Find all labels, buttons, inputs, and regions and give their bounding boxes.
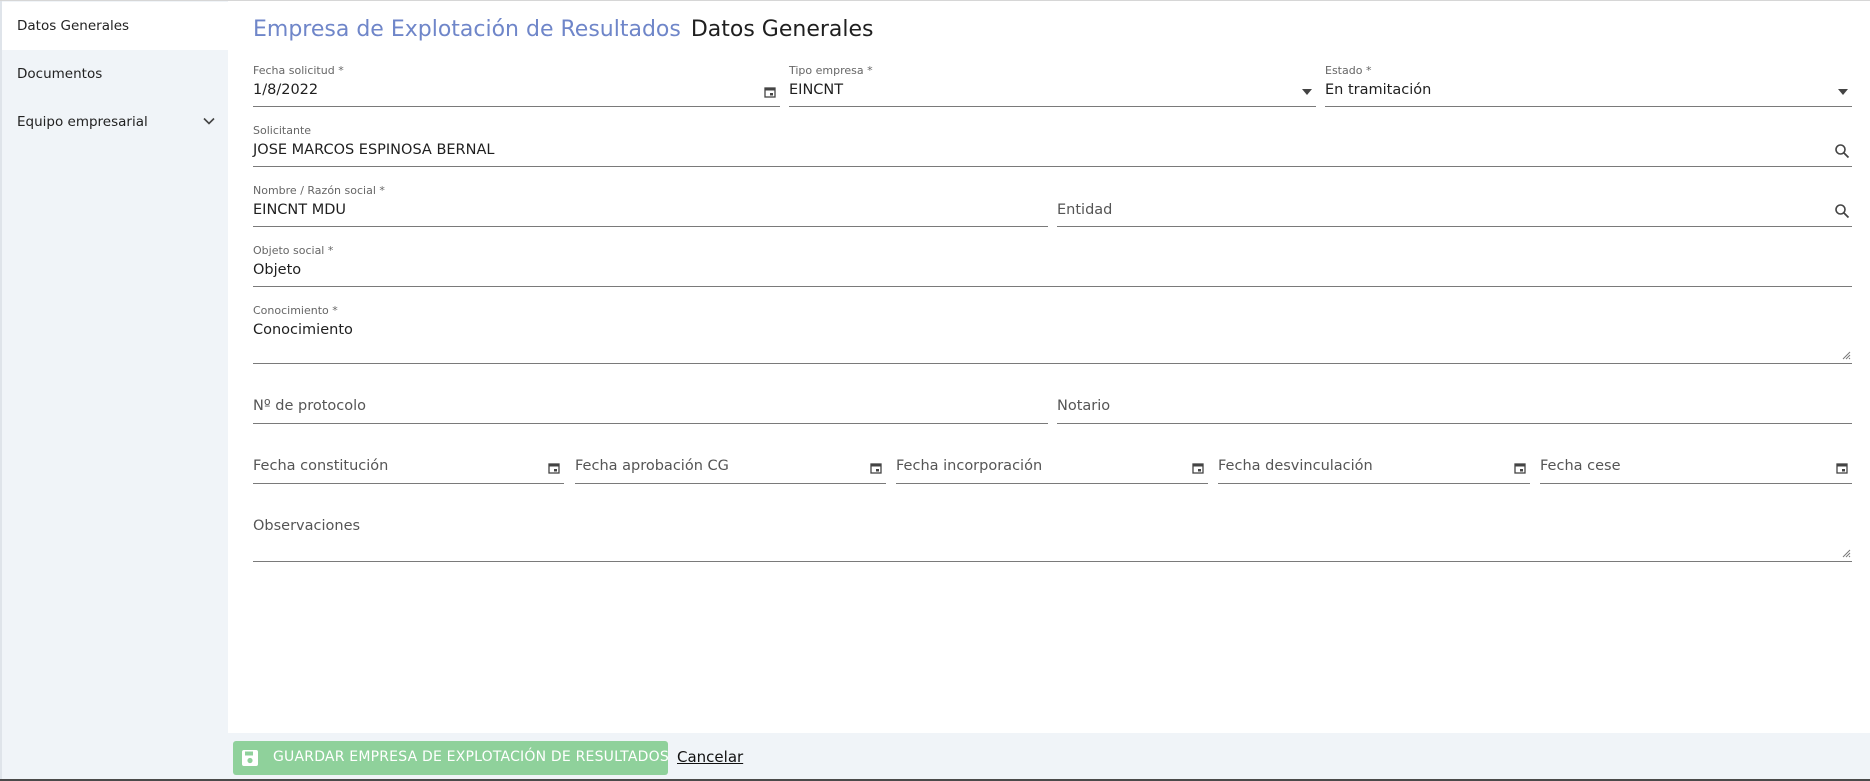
field-value: EINCNT (789, 82, 844, 98)
search-icon[interactable] (1834, 143, 1850, 159)
dropdown-arrow-icon[interactable] (1837, 88, 1849, 96)
notario-field[interactable]: Notario (1057, 394, 1852, 424)
page-title: Empresa de Explotación de Resultados Dato… (253, 17, 874, 42)
nombre-razon-social-field[interactable]: Nombre / Razón social * EINCNT MDU (253, 184, 1048, 227)
save-button-label: GUARDAR EMPRESA DE EXPLOTACIÓN DE RESULT… (273, 749, 669, 765)
sidebar: Datos Generales Documentos Equipo empres… (0, 1, 228, 779)
field-placeholder: Fecha desvinculación (1218, 458, 1373, 474)
tipo-empresa-select[interactable]: Tipo empresa * EINCNT (789, 64, 1316, 107)
field-placeholder: Entidad (1057, 202, 1113, 218)
field-value: Objeto (253, 262, 302, 278)
chevron-down-icon[interactable] (202, 114, 216, 128)
observaciones-textarea[interactable]: Observaciones (253, 514, 1852, 562)
entidad-field[interactable]: Entidad (1057, 184, 1852, 227)
field-label: Nombre / Razón social * (253, 184, 385, 197)
field-placeholder: Observaciones (253, 518, 361, 534)
search-icon[interactable] (1834, 203, 1850, 219)
resize-handle-icon[interactable] (1842, 549, 1851, 558)
resize-handle-icon[interactable] (1842, 351, 1851, 360)
field-placeholder: Fecha incorporación (896, 458, 1043, 474)
fecha-cese-field[interactable]: Fecha cese (1540, 454, 1852, 484)
field-placeholder: Fecha cese (1540, 458, 1621, 474)
field-placeholder: Notario (1057, 398, 1111, 414)
sidebar-item-datos-generales[interactable]: Datos Generales (2, 2, 228, 50)
page-subtitle: Datos Generales (690, 17, 874, 42)
estado-select[interactable]: Estado * En tramitación (1325, 64, 1852, 107)
calendar-icon[interactable] (870, 462, 882, 474)
field-label: Fecha solicitud * (253, 64, 344, 77)
field-placeholder: Fecha aprobación CG (575, 458, 729, 474)
main-content (228, 1, 1870, 733)
field-placeholder: Nº de protocolo (253, 398, 367, 414)
field-label: Conocimiento * (253, 304, 338, 317)
field-value: JOSE MARCOS ESPINOSA BERNAL (253, 142, 495, 158)
save-button[interactable]: GUARDAR EMPRESA DE EXPLOTACIÓN DE RESULT… (233, 741, 669, 775)
sidebar-item-label: Equipo empresarial (17, 114, 148, 130)
fecha-constitucion-field[interactable]: Fecha constitución (253, 454, 564, 484)
field-placeholder: Fecha constitución (253, 458, 389, 474)
fecha-desvinculacion-field[interactable]: Fecha desvinculación (1218, 454, 1530, 484)
cancel-link[interactable]: Cancelar (677, 748, 743, 766)
protocolo-field[interactable]: Nº de protocolo (253, 394, 1048, 424)
conocimiento-textarea[interactable]: Conocimiento * Conocimiento (253, 304, 1852, 364)
fecha-incorporacion-field[interactable]: Fecha incorporación (896, 454, 1208, 484)
solicitante-field[interactable]: Solicitante JOSE MARCOS ESPINOSA BERNAL (253, 124, 1852, 167)
dropdown-arrow-icon[interactable] (1301, 88, 1313, 96)
field-value: EINCNT MDU (253, 202, 347, 218)
field-label: Solicitante (253, 124, 312, 137)
sidebar-item-equipo-empresarial[interactable]: Equipo empresarial (2, 98, 228, 146)
calendar-icon[interactable] (1836, 462, 1848, 474)
field-label: Objeto social * (253, 244, 334, 257)
sidebar-item-documentos[interactable]: Documentos (2, 50, 228, 98)
fecha-aprobacion-field[interactable]: Fecha aprobación CG (575, 454, 886, 484)
field-value: 1/8/2022 (253, 82, 319, 98)
sidebar-item-label: Documentos (17, 66, 103, 82)
field-label: Tipo empresa * (789, 64, 873, 77)
calendar-icon[interactable] (1192, 462, 1204, 474)
field-value: Conocimiento (253, 322, 353, 338)
objeto-social-field[interactable]: Objeto social * Objeto (253, 244, 1852, 287)
field-value: En tramitación (1325, 82, 1432, 98)
section-title: Empresa de Explotación de Resultados (253, 17, 681, 42)
save-icon (242, 750, 258, 766)
calendar-icon[interactable] (764, 86, 776, 98)
calendar-icon[interactable] (1514, 462, 1526, 474)
sidebar-item-label: Datos Generales (17, 18, 130, 34)
field-label: Estado * (1325, 64, 1372, 77)
fecha-solicitud-field[interactable]: Fecha solicitud * 1/8/2022 (253, 64, 780, 107)
calendar-icon[interactable] (548, 462, 560, 474)
